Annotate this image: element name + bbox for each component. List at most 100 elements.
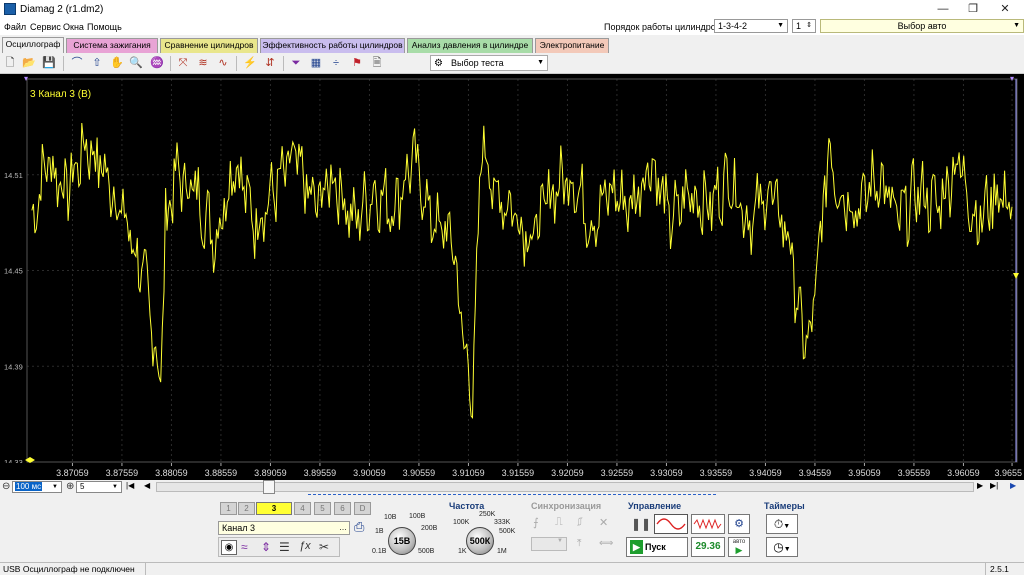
- timer-button-1[interactable]: ⏱▼: [766, 514, 798, 534]
- menu-service[interactable]: Сервис: [30, 22, 61, 32]
- split-icon[interactable]: ÷: [329, 56, 343, 70]
- panel-splitter[interactable]: [308, 494, 716, 498]
- function-icon[interactable]: ƒx: [299, 540, 311, 552]
- filter-icon[interactable]: ⏷: [289, 56, 303, 70]
- continuous-mode-button[interactable]: [691, 514, 725, 534]
- frequency-knob[interactable]: 500К: [466, 527, 494, 555]
- zoom-icon[interactable]: 🔍: [129, 56, 143, 70]
- sync-level-icon[interactable]: ✕: [599, 516, 608, 529]
- channel-button-2[interactable]: 2: [238, 502, 255, 515]
- channel-button-3[interactable]: 3: [256, 502, 292, 515]
- close-button[interactable]: ✕: [990, 0, 1020, 19]
- channel-name-field[interactable]: Канал 3 …: [218, 521, 350, 535]
- x-tick-label: 3.87059: [56, 468, 89, 478]
- oscilloscope-screen[interactable]: 14.5114.4514.3914.33 3 Канал 3 (В) ▾ ▾: [0, 74, 1024, 480]
- sync-edge-icon[interactable]: ⎍: [555, 516, 563, 529]
- tab-cylinder-compare[interactable]: Сравнение цилиндров: [160, 38, 258, 53]
- zoom-out-icon[interactable]: ⊖: [2, 481, 10, 492]
- menu-help[interactable]: Помощь: [87, 22, 122, 32]
- menu-file[interactable]: Файл: [4, 22, 26, 32]
- timer-button-2[interactable]: ◷▼: [766, 537, 798, 557]
- sync-center-icon[interactable]: ⟺: [599, 538, 613, 549]
- restore-button[interactable]: ❐: [958, 0, 988, 19]
- x-tick-label: 3.94059: [749, 468, 782, 478]
- zero-level-icon[interactable]: ⇵: [263, 56, 277, 70]
- left-cursor-marker-icon[interactable]: ▾: [24, 74, 28, 83]
- pause-icon[interactable]: ❚❚: [631, 517, 651, 531]
- auto-scale-icon[interactable]: ⚡: [243, 56, 257, 70]
- tools-icon[interactable]: ✂: [319, 540, 329, 554]
- tab-power-supply[interactable]: Электропитание: [535, 38, 609, 53]
- tab-ignition[interactable]: Система зажигания: [66, 38, 158, 53]
- sync-source-select[interactable]: ▼: [531, 537, 567, 551]
- channel-button-4[interactable]: 4: [294, 502, 311, 515]
- hand-pan-icon[interactable]: ✋: [110, 56, 124, 70]
- cursor-icon[interactable]: ⌒: [70, 56, 84, 70]
- waveform-icon[interactable]: ♒: [150, 56, 164, 70]
- auto-settings-button[interactable]: ⚙: [728, 514, 750, 534]
- channel-button-d[interactable]: D: [354, 502, 371, 515]
- x-tick-label: 3.92559: [601, 468, 634, 478]
- x-tick-label: 3.93059: [650, 468, 683, 478]
- more-icon[interactable]: …: [339, 522, 347, 534]
- x-tick-label: 3.95559: [898, 468, 931, 478]
- channel-button-5[interactable]: 5: [314, 502, 331, 515]
- table-icon[interactable]: ▦: [309, 56, 323, 70]
- channel-button-6[interactable]: 6: [334, 502, 351, 515]
- line-style-icon[interactable]: ☰: [279, 540, 290, 554]
- horizontal-scrollbar[interactable]: [156, 482, 974, 492]
- report-icon[interactable]: 🗎: [370, 56, 384, 70]
- single-mode-button[interactable]: [654, 514, 688, 534]
- voltage-knob[interactable]: 15В: [388, 527, 416, 555]
- test-select-dropdown[interactable]: ⚙ Выбор теста ▼: [430, 55, 548, 71]
- voltage-value: 15В: [393, 536, 411, 546]
- measure-icon[interactable]: ⇧: [90, 56, 104, 70]
- scale-x-icon[interactable]: ⤧: [176, 56, 190, 70]
- tab-pressure-analysis[interactable]: Анализ давления в цилиндре: [407, 38, 533, 53]
- save-icon[interactable]: 💾: [42, 56, 56, 70]
- open-folder-icon[interactable]: 📂: [22, 56, 36, 70]
- menu-windows[interactable]: Окна: [63, 22, 84, 32]
- stopwatch-icon: ⏱: [773, 517, 784, 531]
- scroll-thumb[interactable]: [263, 480, 275, 494]
- tab-cylinder-efficiency[interactable]: Эффективность работы цилиндров: [260, 38, 405, 53]
- cylinder-number-spinner[interactable]: 1 ⇕: [792, 19, 816, 33]
- timers-title: Таймеры: [764, 501, 805, 511]
- cylinder-order-select[interactable]: 1-3-4-2 ▼: [714, 19, 788, 33]
- frequency-mark: 333K: [494, 519, 511, 526]
- voltage-mark: 1В: [375, 528, 384, 535]
- frame-count-value: 5: [80, 482, 85, 491]
- sync-shift-icon[interactable]: ⤒: [577, 538, 581, 549]
- frequency-title: Частота: [449, 501, 485, 511]
- channel-settings-icon[interactable]: ⎙: [354, 519, 364, 535]
- fps-display: 29.36: [691, 537, 725, 557]
- invert-icon[interactable]: ⇕: [261, 540, 271, 554]
- scale-y-icon[interactable]: ≋: [196, 56, 210, 70]
- noise-filter-icon[interactable]: ≈: [241, 540, 248, 554]
- first-frame-button[interactable]: |◀: [126, 481, 134, 490]
- auto-run-button[interactable]: авто ▶: [728, 537, 750, 557]
- chevron-down-icon: ▼: [557, 538, 563, 544]
- new-file-icon[interactable]: 🗋: [3, 56, 17, 70]
- sync-rise-icon[interactable]: ⨍: [533, 516, 539, 529]
- last-frame-button[interactable]: ▶|: [990, 481, 998, 490]
- sync-fall-icon[interactable]: ⎎: [577, 516, 583, 529]
- right-marker-icon[interactable]: [1013, 273, 1019, 279]
- channel-button-1[interactable]: 1: [220, 502, 237, 515]
- frame-count-select[interactable]: 5 ▼: [76, 481, 122, 493]
- visibility-icon[interactable]: ◉: [221, 540, 237, 555]
- right-cursor-marker-icon[interactable]: ▾: [1010, 74, 1014, 83]
- prev-frame-button[interactable]: ◀: [144, 481, 150, 490]
- marker-flag-icon[interactable]: ⚑: [350, 56, 364, 70]
- timebase-select[interactable]: 100 мс ▼: [12, 481, 62, 493]
- tab-oscilloscope[interactable]: Осциллограф: [2, 37, 64, 53]
- scale-fit-icon[interactable]: ∿: [216, 56, 230, 70]
- play-button[interactable]: ▶: [1010, 481, 1016, 490]
- chevron-down-icon: ▼: [783, 523, 791, 530]
- status-divider: [145, 563, 146, 575]
- minimize-button[interactable]: —: [928, 0, 958, 19]
- auto-select-dropdown[interactable]: Выбор авто ▼: [820, 19, 1024, 33]
- zoom-in-icon[interactable]: ⊕: [66, 481, 74, 492]
- next-frame-button[interactable]: ▶: [977, 481, 983, 490]
- start-button[interactable]: ▶ Пуск: [626, 537, 688, 557]
